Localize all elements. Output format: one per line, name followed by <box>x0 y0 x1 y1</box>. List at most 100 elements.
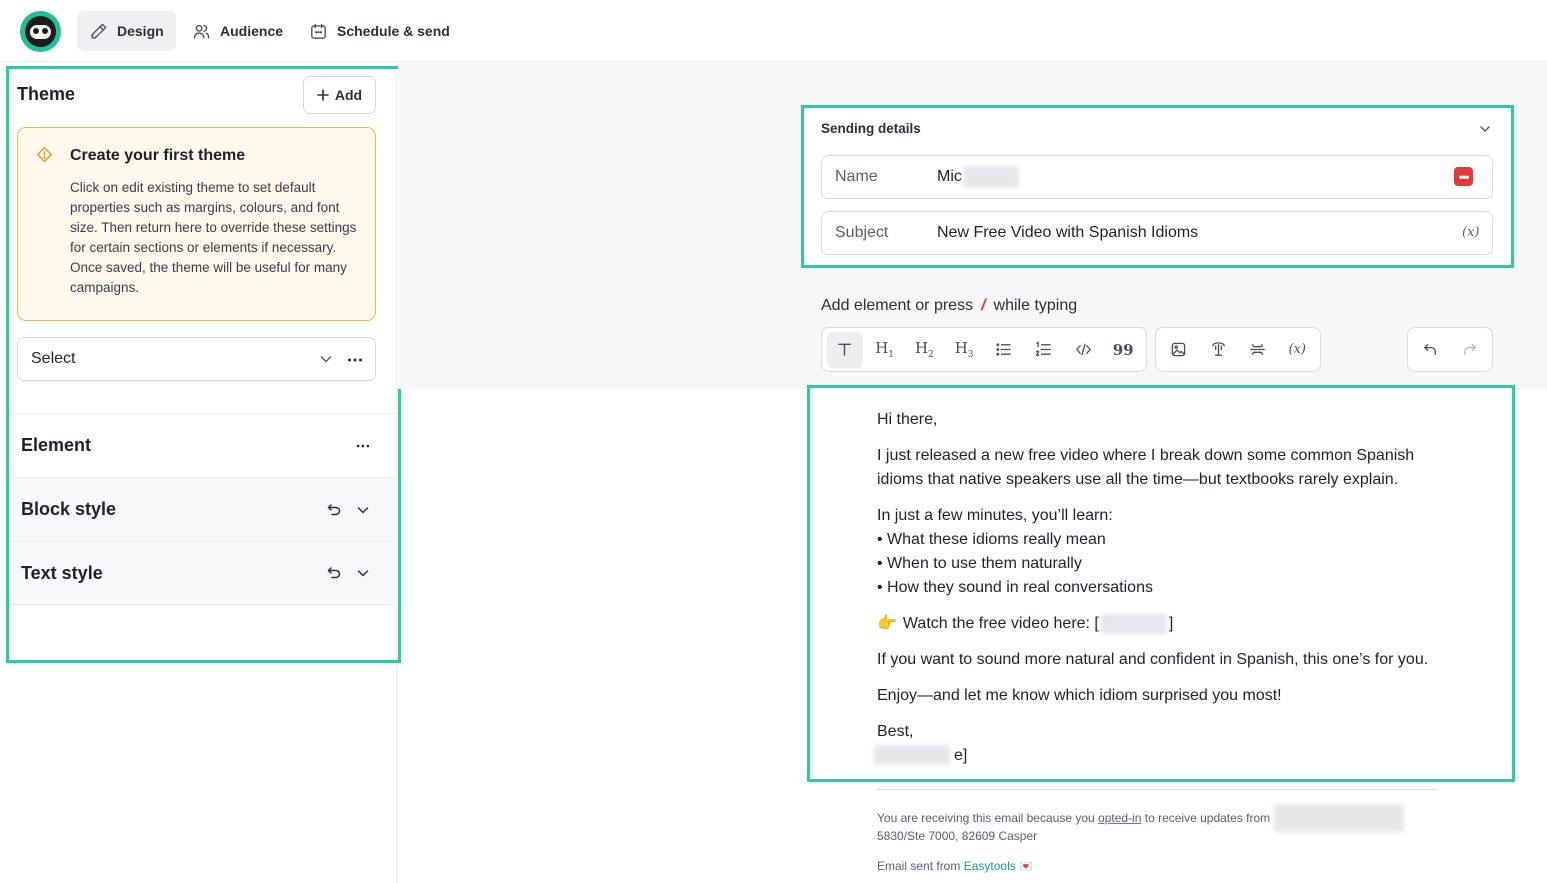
text-paragraph-button[interactable] <box>827 331 863 368</box>
easytools-link[interactable]: Easytools <box>964 859 1016 873</box>
redacted-sender <box>1274 804 1404 832</box>
insert-button-button[interactable] <box>1201 332 1237 368</box>
image-icon <box>1171 342 1186 357</box>
email-signature-end: e] <box>954 747 968 764</box>
reset-icon[interactable] <box>326 502 342 518</box>
undo-icon <box>1424 344 1436 355</box>
calendar-icon <box>311 23 326 39</box>
email-paragraph-1-line-1: I just released a new free video where I… <box>877 447 1415 464</box>
numbered-list-button[interactable] <box>1026 332 1062 368</box>
bullet-list-icon <box>996 343 1012 356</box>
chevron-down-icon[interactable] <box>1478 122 1492 136</box>
chevron-down-icon[interactable] <box>355 502 371 518</box>
name-field-value[interactable]: Mic <box>937 168 962 186</box>
email-bullet: • How they sound in real conversations <box>877 579 1153 596</box>
warning-icon <box>37 147 52 162</box>
add-element-hint: Add element or press / while typing <box>821 297 1077 315</box>
theme-select-value: Select <box>31 350 76 367</box>
hint-text-after: while typing <box>993 297 1078 314</box>
name-field[interactable]: Name Mic ••• <box>821 155 1493 199</box>
undo-button[interactable] <box>1413 332 1448 368</box>
heading-1-icon: H1 <box>875 339 895 360</box>
tab-design[interactable]: Design <box>77 11 176 51</box>
pointing-hand-icon: 👉 <box>877 615 897 632</box>
chevron-down-icon[interactable] <box>355 565 371 581</box>
reset-icon[interactable] <box>326 565 342 581</box>
heading-3-button[interactable]: H3 <box>946 332 982 368</box>
add-theme-button[interactable]: Add <box>303 76 376 114</box>
opted-in-link[interactable]: opted-in <box>1098 811 1141 825</box>
text-format-toolbar: H1 H2 H3 99 <box>821 327 1147 372</box>
footer-consent-line: You are receiving this email because you… <box>877 809 1270 827</box>
tab-audience[interactable]: Audience <box>180 11 295 51</box>
insert-image-button[interactable] <box>1161 332 1197 368</box>
more-options-icon[interactable] <box>346 351 364 369</box>
heading-1-button[interactable]: H1 <box>867 332 903 368</box>
tab-schedule-send-label: Schedule & send <box>337 23 450 39</box>
slash-key: / <box>981 297 986 314</box>
add-theme-label: Add <box>334 87 363 103</box>
email-bullet: • When to use them naturally <box>877 555 1082 572</box>
hint-text-before: Add element or press <box>821 297 974 314</box>
pencil-icon <box>91 23 107 39</box>
theme-select[interactable]: Select <box>17 337 376 381</box>
insert-variable-button[interactable]: (x) <box>1280 332 1316 368</box>
bullet-list-button[interactable] <box>986 332 1022 368</box>
insert-divider-button[interactable] <box>1240 332 1276 368</box>
element-section[interactable]: Element <box>9 413 396 477</box>
name-field-label: Name <box>835 168 878 185</box>
redacted-name <box>963 166 1019 188</box>
numbered-list-icon <box>1035 341 1051 356</box>
subject-field-value[interactable]: New Free Video with Spanish Idioms <box>937 224 1198 242</box>
insert-toolbar: (x) <box>1155 327 1321 372</box>
subject-field-label: Subject <box>835 224 889 241</box>
element-section-label: Element <box>21 435 92 455</box>
code-button[interactable] <box>1066 332 1102 368</box>
email-paragraph-4: If you want to sound more natural and co… <box>877 651 1429 668</box>
tab-schedule-send[interactable]: Schedule & send <box>297 11 462 51</box>
footer-text-before: You are receiving this email because you <box>877 811 1095 825</box>
theme-notice: Create your first theme Click on edit ex… <box>17 127 376 321</box>
quote-button[interactable]: 99 <box>1105 332 1141 368</box>
heading-3-icon: H3 <box>954 339 974 360</box>
redacted-video-link <box>1101 614 1167 634</box>
top-bar: Design Audience Schedule & send <box>0 0 1547 62</box>
button-element-icon <box>1211 342 1225 356</box>
variable-icon[interactable]: (x) <box>1462 225 1479 240</box>
history-toolbar <box>1407 327 1493 372</box>
text-style-section[interactable]: Text style <box>9 541 396 605</box>
quote-icon: 99 <box>1112 340 1134 359</box>
notice-title: Create your first theme <box>70 147 246 164</box>
watch-end: ] <box>1168 615 1174 632</box>
app-logo[interactable] <box>20 11 61 52</box>
footer-sent-from: Email sent from Easytools 💌 <box>877 857 1033 876</box>
password-manager-icon[interactable]: ••• <box>1454 167 1473 186</box>
email-bullet: • What these idioms really mean <box>877 531 1106 548</box>
sending-details-title: Sending details <box>821 121 921 136</box>
code-icon <box>1076 343 1091 356</box>
subject-field[interactable]: Subject New Free Video with Spanish Idio… <box>821 211 1493 255</box>
email-signoff: Best, <box>877 723 914 740</box>
notice-body: Click on edit existing theme to set defa… <box>70 180 357 295</box>
heading-2-button[interactable]: H2 <box>907 332 943 368</box>
footer-divider <box>877 789 1438 790</box>
footer-address: 5830/Ste 7000, 82609 Casper <box>877 829 1038 843</box>
redo-icon <box>1464 344 1476 355</box>
tab-design-label: Design <box>117 23 164 39</box>
love-letter-icon: 💌 <box>1019 861 1033 873</box>
variable-icon: (x) <box>1288 342 1306 357</box>
heading-2-icon: H2 <box>914 339 934 360</box>
email-paragraph-5: Enjoy—and let me know which idiom surpri… <box>877 687 1282 704</box>
redo-button[interactable] <box>1452 332 1487 368</box>
redacted-signature <box>874 745 950 765</box>
email-paragraph-2: In just a few minutes, you’ll learn: <box>877 507 1113 524</box>
block-style-label: Block style <box>21 499 117 519</box>
email-greeting: Hi there, <box>877 411 938 428</box>
block-style-section[interactable]: Block style <box>9 477 396 541</box>
more-options-icon[interactable] <box>355 438 371 454</box>
users-icon <box>193 24 210 39</box>
plus-icon <box>317 89 329 101</box>
tab-audience-label: Audience <box>220 23 284 39</box>
text-icon <box>838 343 852 356</box>
theme-heading: Theme <box>17 84 76 104</box>
